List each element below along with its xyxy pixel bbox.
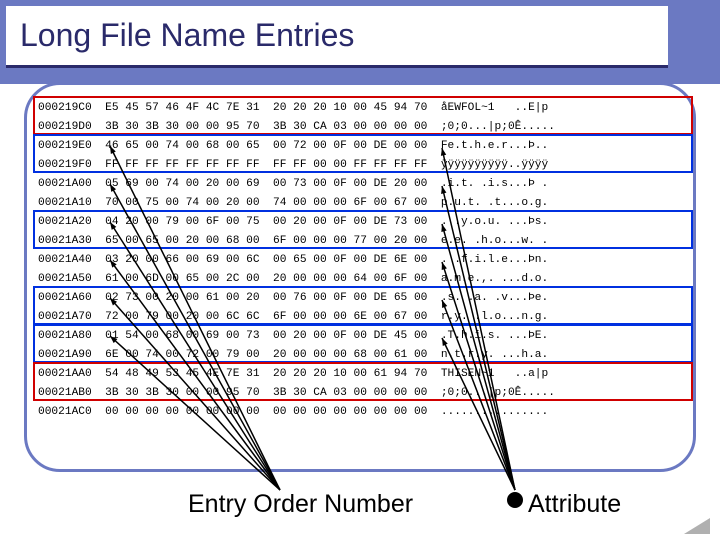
label-attribute: Attribute [528,490,621,519]
hex-row: 00021AA0 54 48 49 53 45 4E 7E 31 20 20 2… [38,365,688,384]
hex-panel: 000219C0 E5 45 57 46 4F 4C 7E 31 20 20 2… [24,82,696,472]
label-entry-order: Entry Order Number [188,490,413,519]
hex-row: 000219D0 3B 30 3B 30 00 00 95 70 3B 30 C… [38,118,688,137]
hex-row: 00021A30 65 00 65 00 20 00 68 00 6F 00 0… [38,232,688,251]
hex-row: 00021A60 02 73 00 20 00 61 00 20 00 76 0… [38,289,688,308]
hex-row: 00021A90 6E 00 74 00 72 00 79 00 20 00 0… [38,346,688,365]
hex-row: 00021A50 61 00 6D 00 65 00 2C 00 20 00 0… [38,270,688,289]
corner-mark [684,518,710,534]
hex-row: 00021A40 03 20 00 66 00 69 00 6C 00 65 0… [38,251,688,270]
hex-row: 000219F0 FF FF FF FF FF FF FF FF FF FF 0… [38,156,688,175]
hex-row: 00021AC0 00 00 00 00 00 00 00 00 00 00 0… [38,403,688,422]
hex-row: 00021A00 05 69 00 74 00 20 00 69 00 73 0… [38,175,688,194]
title-band: Long File Name Entries [6,6,668,68]
hex-row: 00021AB0 3B 30 3B 30 00 00 95 70 3B 30 C… [38,384,688,403]
hex-row: 00021A70 72 00 79 00 20 00 6C 6C 6F 00 0… [38,308,688,327]
hex-dump: 000219C0 E5 45 57 46 4F 4C 7E 31 20 20 2… [38,99,688,422]
page-title: Long File Name Entries [20,17,354,54]
hex-row: 00021A80 01 54 00 68 00 69 00 73 00 20 0… [38,327,688,346]
hex-row: 00021A20 04 20 00 79 00 6F 00 75 00 20 0… [38,213,688,232]
hex-row: 000219C0 E5 45 57 46 4F 4C 7E 31 20 20 2… [38,99,688,118]
hex-row: 000219E0 46 65 00 74 00 68 00 65 00 72 0… [38,137,688,156]
hex-row: 00021A10 70 00 75 00 74 00 20 00 74 00 0… [38,194,688,213]
